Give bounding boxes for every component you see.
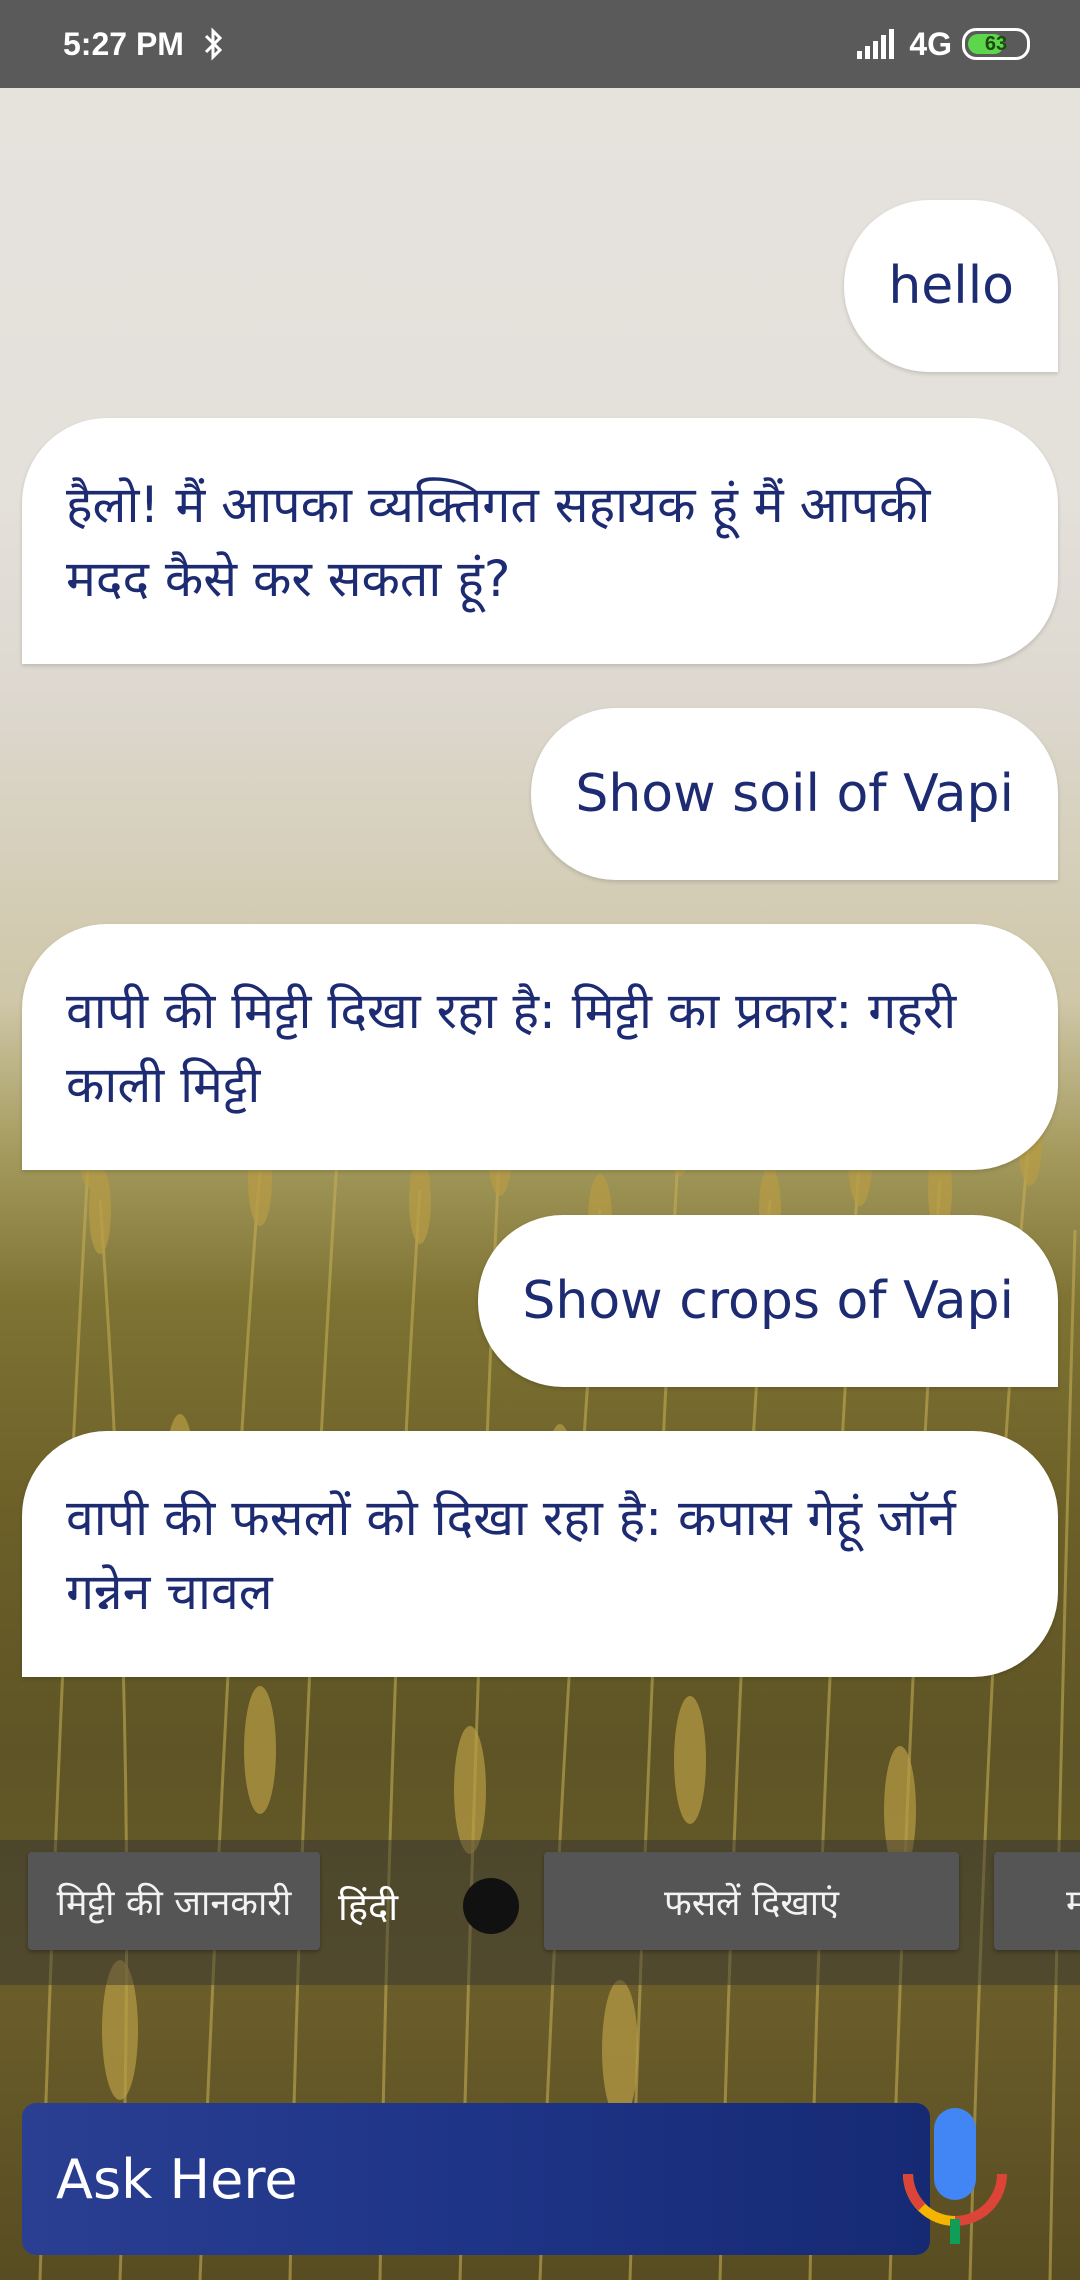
ask-placeholder: Ask Here [56, 2147, 298, 2211]
chip-soil-info[interactable]: मिट्टी की जानकारी [28, 1852, 320, 1950]
battery-icon: 63 [962, 28, 1030, 60]
user-message: hello [844, 200, 1058, 372]
user-message: Show soil of Vapi [531, 708, 1058, 880]
chip-partial[interactable]: म [994, 1852, 1080, 1950]
status-bar: 5:27 PM 4G 63 [0, 0, 1080, 88]
chip-show-crops[interactable]: फसलें दिखाएं [544, 1852, 959, 1950]
bot-message: वापी की फसलों को दिखा रहा है: कपास गेहूं… [22, 1431, 1058, 1677]
status-time: 5:27 PM [63, 25, 184, 62]
signal-icon [857, 29, 895, 59]
bot-message: वापी की मिट्टी दिखा रहा है: मिट्टी का प्… [22, 924, 1058, 1170]
battery-level: 63 [984, 32, 1008, 55]
bluetooth-icon [204, 27, 223, 61]
language-label: हिंदी [338, 1885, 399, 1929]
ask-input[interactable]: Ask Here [22, 2103, 930, 2255]
user-message: Show crops of Vapi [478, 1215, 1058, 1387]
bot-message: हैलो! मैं आपका व्यक्तिगत सहायक हूं मैं आ… [22, 418, 1058, 664]
network-type: 4G [909, 25, 952, 62]
google-mic-icon[interactable] [900, 2104, 1010, 2244]
language-toggle[interactable] [463, 1878, 519, 1934]
suggestion-chips-bar: मिट्टी की जानकारी हिंदी फसलें दिखाएं म [0, 1840, 1080, 1985]
